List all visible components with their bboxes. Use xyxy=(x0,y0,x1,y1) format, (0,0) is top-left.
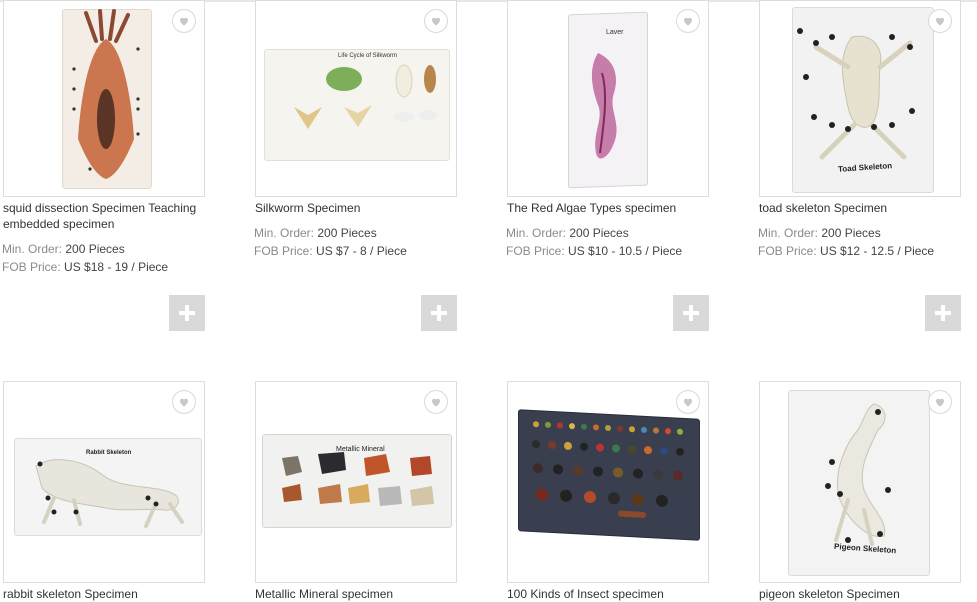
product-title[interactable]: squid dissection Specimen Teaching embed… xyxy=(3,200,205,232)
product-image[interactable] xyxy=(3,0,205,197)
heart-icon xyxy=(936,17,944,26)
heart-icon xyxy=(432,398,440,407)
min-order: Min. Order: 200 Pieces xyxy=(2,242,125,256)
product-image[interactable]: Life Cycle of Silkworm xyxy=(255,0,457,197)
product-title[interactable]: 100 Kinds of Insect specimen xyxy=(507,586,709,602)
heart-icon xyxy=(180,17,188,26)
add-button[interactable] xyxy=(421,295,457,331)
product-image[interactable]: Metallic Mineral xyxy=(255,381,457,583)
min-order: Min. Order: 200 Pieces xyxy=(254,226,377,240)
favorite-button[interactable] xyxy=(928,390,952,414)
favorite-button[interactable] xyxy=(676,9,700,33)
favorite-button[interactable] xyxy=(172,390,196,414)
product-image[interactable]: Laver xyxy=(507,0,709,197)
add-button[interactable] xyxy=(925,295,961,331)
fob-price: FOB Price: US $18 - 19 / Piece xyxy=(2,260,169,274)
product-title[interactable]: toad skeleton Specimen xyxy=(759,200,961,216)
product-image[interactable]: Toad Skeleton xyxy=(759,0,961,197)
product-title[interactable]: Silkworm Specimen xyxy=(255,200,457,216)
favorite-button[interactable] xyxy=(172,9,196,33)
heart-icon xyxy=(684,17,692,26)
plus-icon xyxy=(683,305,699,321)
plus-icon xyxy=(935,305,951,321)
fob-price: FOB Price: US $12 - 12.5 / Piece xyxy=(758,244,935,258)
favorite-button[interactable] xyxy=(928,9,952,33)
product-title[interactable]: rabbit skeleton Specimen xyxy=(3,586,205,602)
product-image[interactable]: Rabbit Skeleton xyxy=(3,381,205,583)
product-image[interactable] xyxy=(507,381,709,583)
fob-price: FOB Price: US $7 - 8 / Piece xyxy=(254,244,407,258)
favorite-button[interactable] xyxy=(424,9,448,33)
add-button[interactable] xyxy=(169,295,205,331)
product-title[interactable]: pigeon skeleton Specimen xyxy=(759,586,961,602)
product-image[interactable]: Pigeon Skeleton xyxy=(759,381,961,583)
heart-icon xyxy=(432,17,440,26)
product-title[interactable]: The Red Algae Types specimen xyxy=(507,200,709,216)
min-order: Min. Order: 200 Pieces xyxy=(758,226,881,240)
heart-icon xyxy=(936,398,944,407)
plus-icon xyxy=(179,305,195,321)
min-order: Min. Order: 200 Pieces xyxy=(506,226,629,240)
plus-icon xyxy=(431,305,447,321)
favorite-button[interactable] xyxy=(676,390,700,414)
product-title[interactable]: Metallic Mineral specimen xyxy=(255,586,457,602)
heart-icon xyxy=(180,398,188,407)
add-button[interactable] xyxy=(673,295,709,331)
heart-icon xyxy=(684,398,692,407)
fob-price: FOB Price: US $10 - 10.5 / Piece xyxy=(506,244,683,258)
favorite-button[interactable] xyxy=(424,390,448,414)
